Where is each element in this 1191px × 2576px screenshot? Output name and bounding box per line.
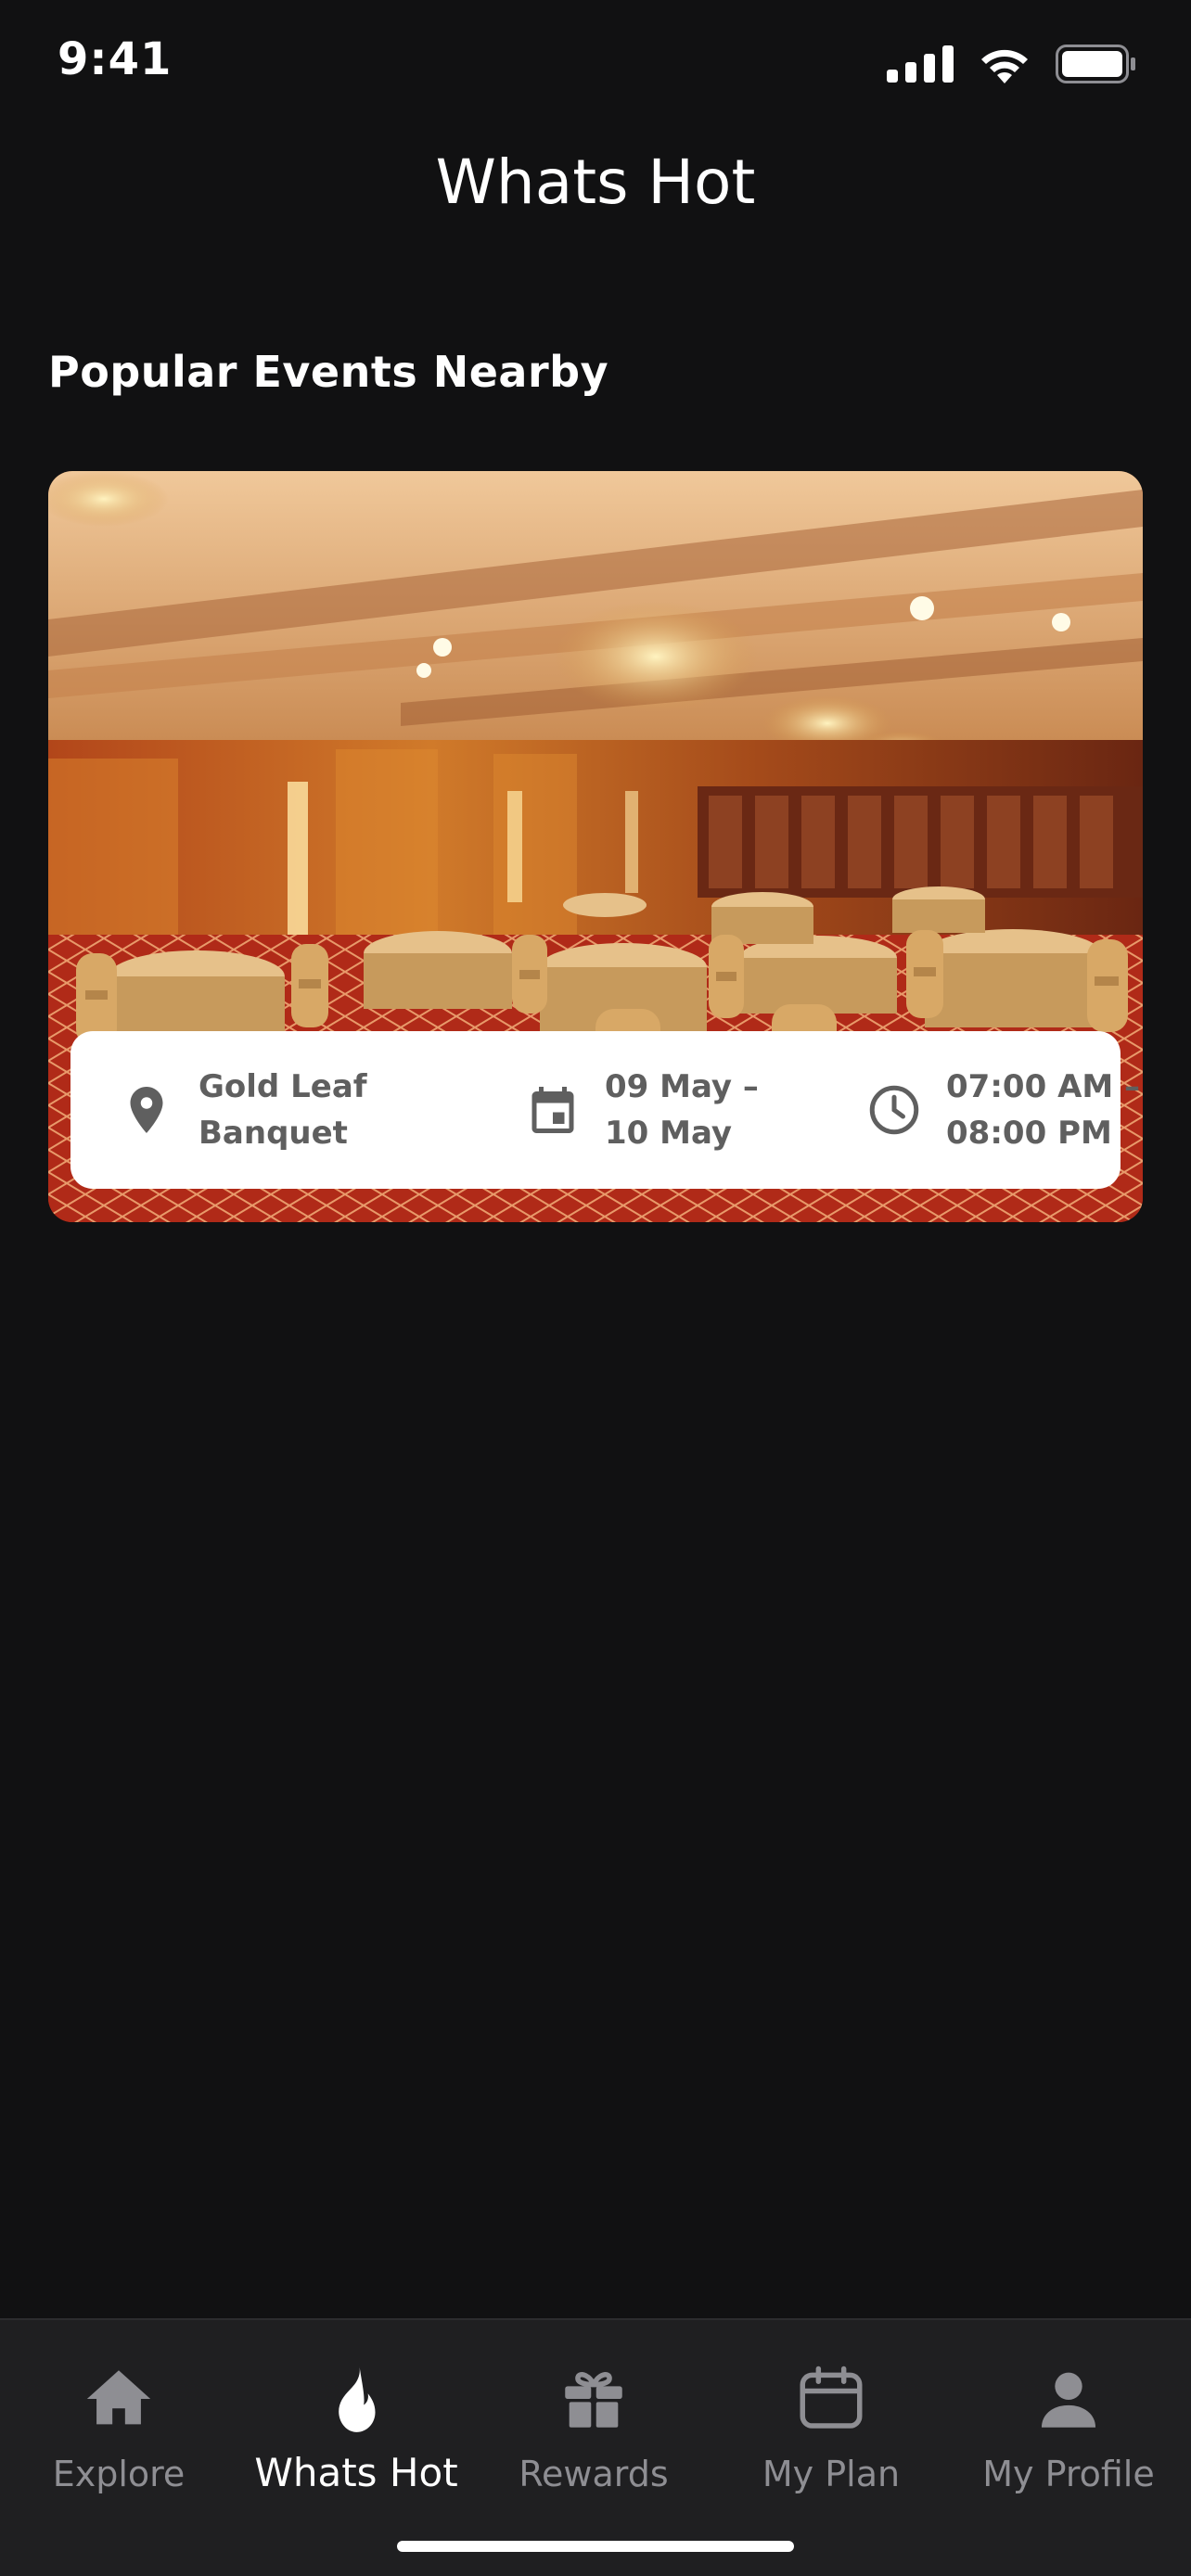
event-venue-text: Gold Leaf Banquet: [198, 1064, 367, 1156]
person-icon: [1041, 2372, 1096, 2428]
clock-icon: [869, 1085, 919, 1135]
home-icon: [86, 2370, 151, 2425]
tab-rewards-label: Rewards: [519, 2454, 669, 2494]
event-times: 07:00 AM – 08:00 PM: [866, 1031, 1140, 1189]
tab-my-profile[interactable]: My Profile: [950, 2361, 1187, 2500]
event-venue-line2: Banquet: [198, 1115, 348, 1152]
event-times-text: 07:00 AM – 08:00 PM: [946, 1064, 1140, 1156]
tab-my-plan[interactable]: My Plan: [712, 2361, 950, 2500]
event-times-line1: 07:00 AM –: [946, 1068, 1141, 1105]
calendar-icon: [531, 1087, 574, 1133]
tab-my-profile-label: My Profile: [982, 2454, 1155, 2494]
tab-explore-label: Explore: [52, 2454, 186, 2494]
event-venue: Gold Leaf Banquet: [119, 1031, 367, 1189]
event-dates-text: 09 May – 10 May: [605, 1064, 759, 1156]
tab-bar: Explore Whats Hot Rewards My Plan My Pro…: [0, 2318, 1191, 2576]
cellular-signal-icon: [887, 45, 954, 83]
event-times-line2: 08:00 PM: [946, 1115, 1112, 1152]
event-dates: 09 May – 10 May: [525, 1031, 759, 1189]
tab-explore[interactable]: Explore: [0, 2361, 237, 2500]
home-indicator: [397, 2541, 794, 2552]
event-dates-line1: 09 May –: [605, 1068, 759, 1105]
tab-whats-hot[interactable]: Whats Hot: [237, 2361, 475, 2500]
page-title: Whats Hot: [435, 147, 756, 218]
tab-rewards[interactable]: Rewards: [475, 2361, 712, 2500]
status-bar: 9:41: [0, 0, 1191, 130]
location-pin-icon: [130, 1087, 163, 1133]
tab-my-plan-label: My Plan: [762, 2454, 901, 2494]
whats-hot-screen: 9:41 Whats Hot Popular Events Nearby Gol…: [0, 0, 1191, 2576]
event-info-panel: Gold Leaf Banquet 09 May – 10 May 07:00 …: [70, 1031, 1140, 1189]
battery-icon: [1056, 45, 1135, 83]
event-venue-line1: Gold Leaf: [198, 1068, 367, 1105]
status-time: 9:41: [58, 33, 173, 85]
event-dates-line2: 10 May: [605, 1115, 733, 1152]
status-icons: [887, 45, 1135, 83]
calendar-icon: [800, 2366, 863, 2429]
event-card[interactable]: Gold Leaf Banquet 09 May – 10 May 07:00 …: [48, 471, 1143, 1222]
wifi-icon: [981, 49, 1028, 83]
gift-icon: [565, 2372, 622, 2428]
section-title: Popular Events Nearby: [48, 347, 609, 397]
flame-icon: [339, 2366, 376, 2432]
tab-whats-hot-label: Whats Hot: [254, 2450, 458, 2495]
